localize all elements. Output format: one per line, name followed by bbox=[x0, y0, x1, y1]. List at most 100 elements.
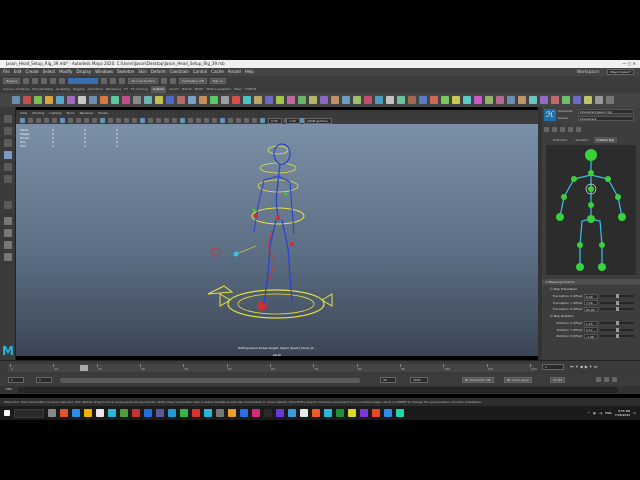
shelf-tab[interactable]: FX Caching bbox=[131, 86, 148, 93]
map-translation-checkbox[interactable]: ☑ Map Translation bbox=[550, 286, 630, 292]
go-to-start-icon[interactable]: ⏮ bbox=[570, 364, 574, 369]
hik-tool-1-icon[interactable] bbox=[544, 127, 549, 132]
panel-toolbar-icon[interactable] bbox=[60, 118, 65, 123]
shelf-tool-icon[interactable] bbox=[364, 96, 372, 104]
undo-icon[interactable] bbox=[50, 78, 57, 84]
shelf-tool-icon[interactable] bbox=[45, 96, 53, 104]
panel-toolbar-icon[interactable] bbox=[52, 118, 57, 123]
panel-toolbar-icon[interactable] bbox=[20, 118, 25, 123]
shelf-tab[interactable]: Poly Modeling bbox=[32, 86, 53, 93]
panel-toolbar-icon[interactable] bbox=[244, 118, 249, 123]
shelf-tab[interactable]: FX bbox=[124, 86, 128, 93]
color-space-select[interactable]: sRGB gamma bbox=[304, 117, 332, 124]
shelf-tab[interactable]: TURTLE bbox=[245, 86, 256, 93]
shelf-tab[interactable]: Motion Graphics bbox=[206, 86, 230, 93]
offset-field-knob[interactable] bbox=[616, 327, 619, 332]
shelf-tool-icon[interactable] bbox=[122, 96, 130, 104]
single-pane-layout-icon[interactable] bbox=[4, 217, 12, 225]
shelf-tool-icon[interactable] bbox=[254, 96, 262, 104]
shelf-tool-icon[interactable] bbox=[210, 96, 218, 104]
hik-tab[interactable]: Skeleton bbox=[573, 137, 592, 143]
anim-prefs-icon[interactable] bbox=[604, 377, 609, 382]
mapping-controls-section[interactable]: ▾ Mapping Controls bbox=[542, 279, 640, 285]
offset-field-input[interactable]: 65.96 bbox=[584, 306, 598, 312]
panel-toolbar-icon[interactable] bbox=[36, 118, 41, 123]
shelf-tool-icon[interactable] bbox=[111, 96, 119, 104]
offset-field-input[interactable]: 7.16 bbox=[584, 300, 598, 305]
language-indicator[interactable]: ENG bbox=[605, 411, 611, 415]
panel-toolbar-icon[interactable] bbox=[204, 118, 209, 123]
step-back-icon[interactable]: ⏴ bbox=[576, 364, 578, 369]
auto-key-icon[interactable] bbox=[596, 377, 601, 382]
panel-toolbar-icon[interactable] bbox=[260, 118, 265, 123]
menu-item[interactable]: Edit bbox=[14, 68, 22, 76]
offset-field-knob[interactable] bbox=[616, 307, 619, 311]
shelf-tool-icon[interactable] bbox=[452, 96, 460, 104]
shelf-tool-icon[interactable] bbox=[34, 96, 42, 104]
shelf-tool-icon[interactable] bbox=[78, 96, 86, 104]
anim-layer-select[interactable]: No Anim Layer bbox=[504, 377, 533, 383]
map-rotation-checkbox[interactable]: ☑ Map Rotation bbox=[550, 313, 630, 319]
menu-item[interactable]: File bbox=[3, 68, 10, 76]
outliner-layout-icon[interactable] bbox=[4, 253, 12, 261]
panel-toolbar-icon[interactable] bbox=[156, 118, 161, 123]
offset-field-knob[interactable] bbox=[616, 300, 619, 305]
shelf-tool-icon[interactable] bbox=[419, 96, 427, 104]
shelf-tool-icon[interactable] bbox=[463, 96, 471, 104]
taskbar-app-icon[interactable] bbox=[96, 409, 104, 417]
taskbar-app-icon[interactable] bbox=[108, 409, 116, 417]
panel-toolbar-icon[interactable] bbox=[212, 118, 217, 123]
shelf-tool-icon[interactable] bbox=[243, 96, 251, 104]
shelf-tool-icon[interactable] bbox=[276, 96, 284, 104]
shelf-tool-icon[interactable] bbox=[606, 96, 614, 104]
new-scene-icon[interactable] bbox=[23, 78, 30, 84]
shelf-tool-icon[interactable] bbox=[430, 96, 438, 104]
shelf-tab[interactable]: Curves / Surfaces bbox=[3, 86, 29, 93]
taskbar-app-icon[interactable] bbox=[240, 409, 248, 417]
menu-item[interactable]: Display bbox=[76, 68, 91, 76]
shelf-tool-icon[interactable] bbox=[408, 96, 416, 104]
lasso-tool-icon[interactable] bbox=[4, 127, 12, 135]
shelf-tool-icon[interactable] bbox=[353, 96, 361, 104]
shelf-tool-icon[interactable] bbox=[518, 96, 526, 104]
shelf-tool-icon[interactable] bbox=[133, 96, 141, 104]
panel-toolbar-icon[interactable] bbox=[252, 118, 257, 123]
windows-start-icon[interactable] bbox=[4, 410, 10, 416]
taskbar-app-icon[interactable] bbox=[168, 409, 176, 417]
network-icon[interactable]: ▤ bbox=[593, 411, 596, 415]
offset-field-input[interactable]: -1.09 bbox=[584, 333, 598, 339]
taskbar-app-icon[interactable] bbox=[324, 409, 332, 417]
panel-toolbar-icon[interactable] bbox=[116, 118, 121, 123]
shelf-tool-icon[interactable] bbox=[441, 96, 449, 104]
redo-icon[interactable] bbox=[59, 78, 66, 84]
snap-grid-icon[interactable] bbox=[101, 78, 108, 84]
panel-toolbar-icon[interactable] bbox=[132, 118, 137, 123]
shelf-tool-icon[interactable] bbox=[562, 96, 570, 104]
shelf-tool-icon[interactable] bbox=[342, 96, 350, 104]
shelf-tab[interactable]: Rendering bbox=[106, 86, 121, 93]
shelf-tool-icon[interactable] bbox=[386, 96, 394, 104]
shelf-tool-icon[interactable] bbox=[232, 96, 240, 104]
save-scene-icon[interactable] bbox=[41, 78, 48, 84]
notifications-icon[interactable]: ▭ bbox=[633, 411, 636, 415]
character-rig[interactable] bbox=[196, 134, 346, 354]
menu-item[interactable]: Arnold bbox=[228, 68, 241, 76]
symmetry-select[interactable]: Symmetry: Off bbox=[178, 78, 207, 84]
shelf-tool-icon[interactable] bbox=[309, 96, 317, 104]
volume-icon[interactable]: ◁) bbox=[599, 411, 602, 415]
shelf-tool-icon[interactable] bbox=[177, 96, 185, 104]
scale-tool-icon[interactable] bbox=[4, 175, 12, 183]
sign-in-button[interactable]: Sign In bbox=[209, 78, 226, 84]
shelf-tool-icon[interactable] bbox=[56, 96, 64, 104]
shelf-tool-icon[interactable] bbox=[474, 96, 482, 104]
exposure-field[interactable]: 0.00 bbox=[268, 117, 282, 124]
shelf-tool-icon[interactable] bbox=[144, 96, 152, 104]
shelf-tab[interactable]: Bifrost bbox=[182, 86, 192, 93]
shelf-tool-icon[interactable] bbox=[89, 96, 97, 104]
range-slider-bar[interactable] bbox=[60, 378, 360, 383]
taskbar-app-icon[interactable] bbox=[384, 409, 392, 417]
taskbar-search-box[interactable] bbox=[14, 408, 44, 418]
taskbar-app-icon[interactable] bbox=[180, 409, 188, 417]
selection-mask-icons[interactable] bbox=[68, 78, 99, 84]
shelf-tab[interactable]: Custom bbox=[150, 86, 167, 93]
